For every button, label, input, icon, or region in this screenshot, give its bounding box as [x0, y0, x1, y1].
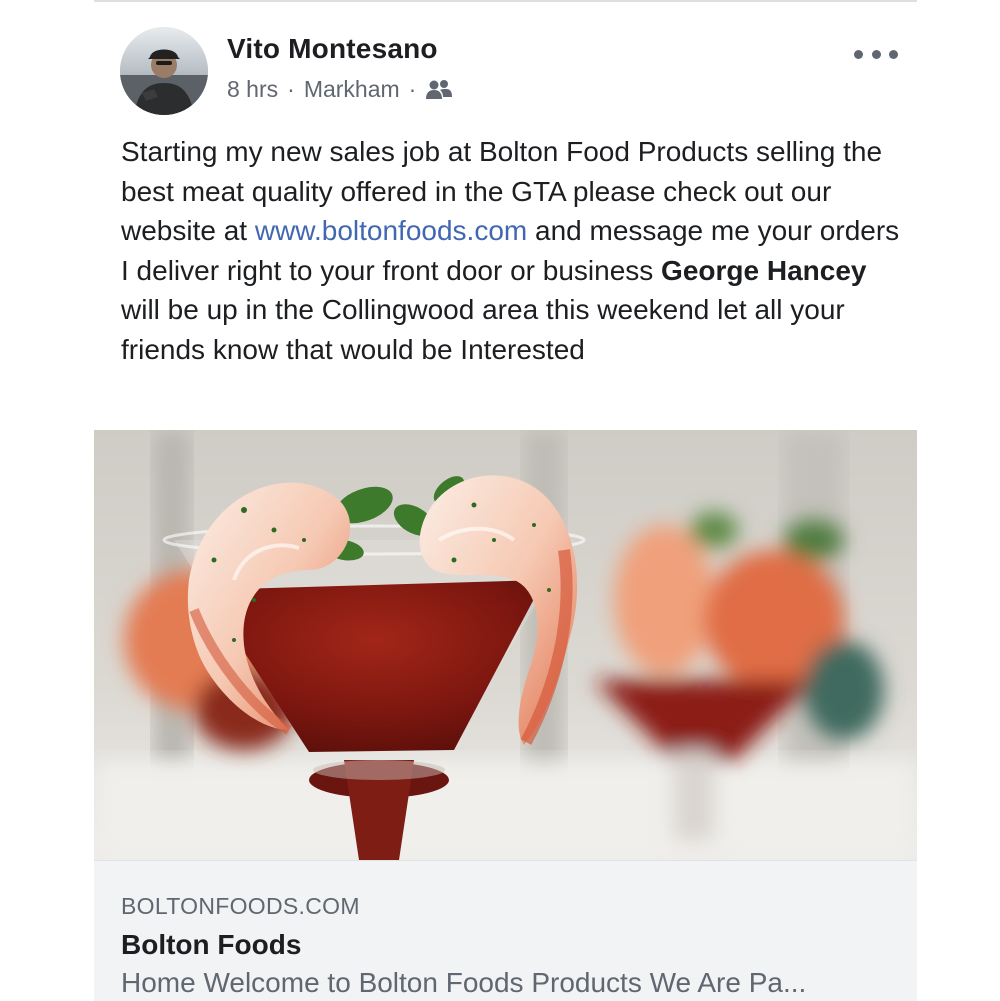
shared-link-image[interactable]: [94, 430, 917, 860]
dot-icon: [889, 49, 898, 59]
avatar[interactable]: [120, 27, 208, 115]
link-description: Home Welcome to Bolton Foods Products We…: [121, 967, 807, 998]
dot-icon: [854, 49, 863, 59]
post-text-part: will be up in the Collingwood area this …: [121, 294, 845, 365]
more-options-icon[interactable]: [854, 40, 898, 68]
post-time[interactable]: 8 hrs: [227, 76, 278, 103]
mention-link[interactable]: George Hancey: [661, 255, 866, 286]
post-text: Starting my new sales job at Bolton Food…: [121, 132, 901, 369]
post-location[interactable]: Markham: [304, 76, 400, 103]
meta-separator: ·: [408, 76, 417, 102]
post-card: Vito Montesano 8 hrs · Markham · Startin…: [94, 0, 917, 1001]
avatar-photo: [120, 27, 208, 115]
website-link[interactable]: www.boltonfoods.com: [255, 215, 527, 246]
meta-separator: ·: [287, 76, 295, 102]
friends-icon[interactable]: [425, 79, 453, 101]
link-domain: BOLTONFOODS.COM: [121, 893, 360, 919]
link-preview[interactable]: BOLTONFOODS.COM Bolton Foods Home Welcom…: [94, 860, 917, 1001]
author-name[interactable]: Vito Montesano: [227, 33, 438, 65]
divider: [94, 0, 917, 2]
dot-icon: [871, 49, 881, 59]
link-title[interactable]: Bolton Foods: [121, 929, 301, 961]
post-meta: 8 hrs · Markham ·: [227, 76, 453, 103]
